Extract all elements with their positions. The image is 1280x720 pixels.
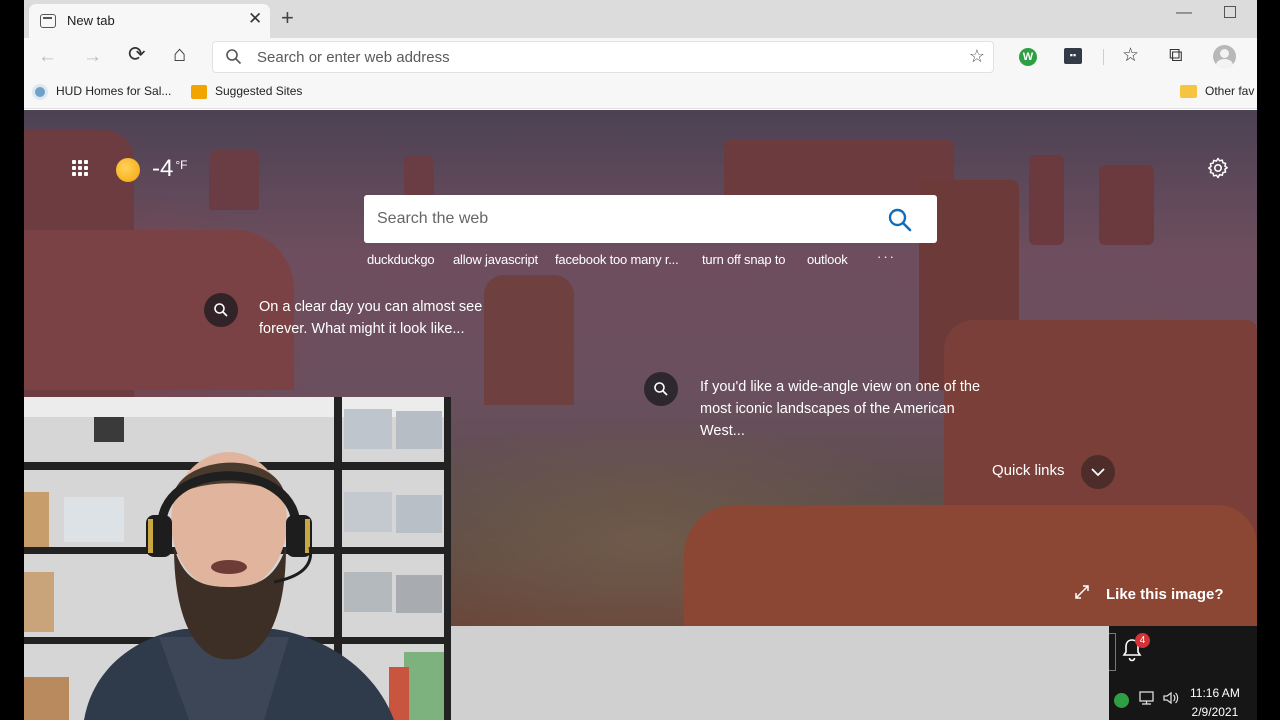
toolbar-divider	[1103, 49, 1104, 65]
profile-avatar[interactable]	[1213, 45, 1236, 68]
address-placeholder: Search or enter web address	[257, 49, 450, 66]
background-image	[1029, 155, 1064, 245]
suggestion-item[interactable]: allow javascript	[453, 252, 538, 267]
collections-icon[interactable]: ⧉	[1169, 45, 1183, 67]
network-icon[interactable]	[1138, 690, 1156, 706]
forward-icon[interactable]: →	[83, 46, 102, 68]
background-image	[1099, 165, 1154, 245]
suggestion-item[interactable]: duckduckgo	[367, 252, 435, 267]
other-favorites[interactable]: Other fav	[1180, 84, 1254, 99]
background-image	[484, 275, 574, 405]
extension-box-icon[interactable]: ▪▪	[1064, 48, 1082, 64]
chevron-down-icon[interactable]	[1081, 455, 1115, 489]
notification-bell-icon[interactable]: 4	[1121, 633, 1150, 667]
apps-grid-icon[interactable]	[72, 160, 92, 178]
hotspot-1-text[interactable]: On a clear day you can almost see foreve…	[259, 296, 509, 340]
like-this-image-link[interactable]: Like this image?	[1106, 586, 1224, 603]
suggestion-item[interactable]: outlook	[807, 252, 848, 267]
web-search-box[interactable]: Search the web	[364, 195, 937, 243]
search-icon	[214, 303, 228, 317]
add-favorite-icon[interactable]: ☆	[969, 46, 985, 67]
gear-icon[interactable]	[1206, 156, 1230, 180]
search-icon	[226, 49, 242, 65]
webcam-video-image	[24, 397, 451, 720]
suggestion-item[interactable]: turn off snap to	[702, 252, 785, 267]
webcam-overlay	[24, 397, 451, 720]
quick-links-label[interactable]: Quick links	[992, 462, 1065, 479]
back-icon[interactable]: ←	[38, 46, 57, 68]
suggestion-item[interactable]: facebook too many r...	[555, 252, 679, 267]
image-hotspot-2[interactable]	[644, 372, 678, 406]
weather-temperature[interactable]: -4 °F	[152, 155, 187, 183]
gray-panel	[451, 626, 1109, 720]
search-icon[interactable]	[886, 206, 914, 234]
expand-icon[interactable]	[1074, 584, 1090, 600]
taskbar-clock[interactable]: 11:16 AM 2/9/2021	[1190, 684, 1240, 720]
favorite-suggested-sites[interactable]: Suggested Sites	[191, 84, 302, 99]
background-image	[209, 150, 259, 210]
folder-icon	[1180, 85, 1197, 99]
suggested-sites-icon	[191, 84, 207, 99]
close-tab-icon[interactable]: ✕	[248, 9, 262, 29]
background-image	[684, 505, 1257, 626]
search-icon	[654, 382, 668, 396]
tray-extension-icon[interactable]	[1114, 693, 1129, 708]
background-image	[24, 230, 294, 390]
new-tab-button[interactable]: +	[281, 5, 294, 31]
image-hotspot-1[interactable]	[204, 293, 238, 327]
tab-strip: New tab ✕ + —	[24, 0, 1257, 38]
notification-count-badge: 4	[1135, 633, 1150, 648]
address-bar[interactable]: Search or enter web address ☆	[212, 41, 994, 73]
panel-edge	[1109, 633, 1116, 671]
minimize-button[interactable]: —	[1176, 4, 1192, 22]
background-image	[404, 155, 434, 195]
more-suggestions-button[interactable]: ···	[877, 249, 896, 264]
clock-date: 2/9/2021	[1191, 705, 1239, 719]
browser-window: New tab ✕ + — ← → ⟳ ⌂ Search or enter we…	[24, 0, 1257, 720]
sun-icon[interactable]	[116, 158, 140, 182]
favorite-hud-homes[interactable]: HUD Homes for Sal...	[32, 84, 171, 100]
new-tab-icon	[40, 14, 56, 28]
web-search-placeholder: Search the web	[377, 210, 489, 227]
toolbar: ← → ⟳ ⌂ Search or enter web address ☆ W …	[24, 38, 1257, 76]
extension-w-icon[interactable]: W	[1019, 48, 1037, 66]
favorites-icon[interactable]: ☆	[1122, 45, 1139, 67]
volume-icon[interactable]	[1162, 690, 1180, 706]
favorites-bar: HUD Homes for Sal... Suggested Sites Oth…	[24, 76, 1257, 109]
tab-new-tab[interactable]: New tab ✕	[29, 4, 270, 38]
clock-time: 11:16 AM	[1190, 686, 1240, 700]
globe-icon	[32, 84, 48, 100]
refresh-icon[interactable]: ⟳	[128, 44, 146, 66]
home-icon[interactable]: ⌂	[173, 43, 186, 65]
maximize-button[interactable]	[1224, 6, 1236, 18]
hotspot-2-text[interactable]: If you'd like a wide-angle view on one o…	[700, 376, 990, 442]
tab-title: New tab	[67, 13, 115, 28]
